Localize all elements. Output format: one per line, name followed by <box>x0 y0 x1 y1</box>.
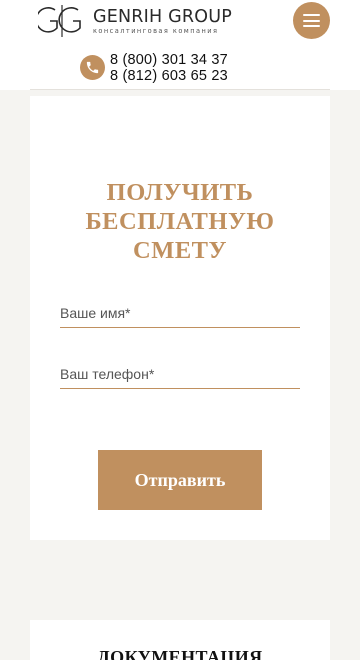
hamburger-icon-bar <box>303 14 320 17</box>
logo-mark-icon <box>38 5 81 37</box>
form-title-line-3: СМЕТУ <box>133 237 227 264</box>
logo-name: GENRIH GROUP <box>93 6 233 27</box>
site-header: GENRIH GROUP консалтинговая компания 8 (… <box>0 0 360 90</box>
documentation-title: ДОКУМЕНТАЦИЯ <box>97 647 263 660</box>
name-field <box>60 298 300 328</box>
submit-button[interactable]: Отправить <box>98 450 262 510</box>
estimate-form-card: ПОЛУЧИТЬ БЕСПЛАТНУЮ СМЕТУ Отправить <box>30 96 330 540</box>
phone-numbers: 8 (800) 301 34 37 8 (812) 603 65 23 <box>110 52 228 84</box>
form-title-line-1: ПОЛУЧИТЬ <box>106 179 254 206</box>
logo[interactable]: GENRIH GROUP консалтинговая компания <box>38 4 232 38</box>
phone-link-2[interactable]: 8 (812) 603 65 23 <box>110 68 228 84</box>
phone-link-1[interactable]: 8 (800) 301 34 37 <box>110 52 228 68</box>
name-input[interactable] <box>60 298 300 327</box>
hamburger-icon-bar <box>303 25 320 28</box>
phone-icon[interactable] <box>80 55 105 80</box>
logo-tagline: консалтинговая компания <box>93 26 219 35</box>
form-title-line-2: БЕСПЛАТНУЮ <box>85 208 275 235</box>
phone-field <box>60 359 300 389</box>
hamburger-menu-button[interactable] <box>293 2 330 39</box>
form-title: ПОЛУЧИТЬ БЕСПЛАТНУЮ СМЕТУ <box>30 178 330 265</box>
hamburger-icon-bar <box>303 19 320 22</box>
phone-input[interactable] <box>60 359 300 388</box>
header-divider <box>30 89 330 90</box>
phone-handset-icon <box>86 61 99 74</box>
documentation-section: ДОКУМЕНТАЦИЯ <box>30 620 330 660</box>
